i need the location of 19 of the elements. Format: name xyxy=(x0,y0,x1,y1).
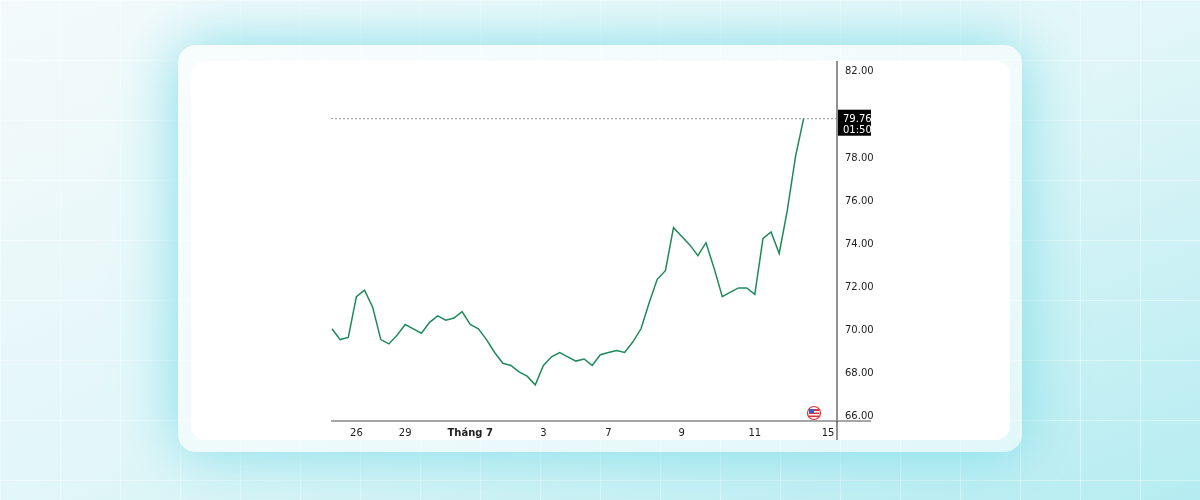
date-tick-label: 11 xyxy=(748,427,762,438)
price-tick-label: 76.00 xyxy=(845,194,874,206)
price-tick-label: 72.00 xyxy=(845,280,874,292)
date-tick-label: 9 xyxy=(678,427,685,438)
price-tick-label: 68.00 xyxy=(845,366,874,378)
date-tick-label: 26 xyxy=(350,427,363,438)
date-tick-label: Tháng 7 xyxy=(447,427,493,438)
price-tick-label: 66.00 xyxy=(845,409,874,421)
flag-icon xyxy=(806,405,822,421)
price-tick-label: 74.00 xyxy=(845,237,874,249)
last-price-label: 79.76 01:50 xyxy=(838,109,872,136)
date-tick-label: 7 xyxy=(605,427,612,438)
price-tick-label: 78.00 xyxy=(845,151,874,163)
price-tick-label: 70.00 xyxy=(845,323,874,335)
date-tick-label: 15 xyxy=(821,427,835,438)
date-tick-label: 3 xyxy=(540,427,547,438)
ref-line-label: 79.76 xyxy=(843,112,872,124)
price-tick-label: 82.00 xyxy=(845,65,874,77)
date-tick-label: 29 xyxy=(398,427,412,438)
